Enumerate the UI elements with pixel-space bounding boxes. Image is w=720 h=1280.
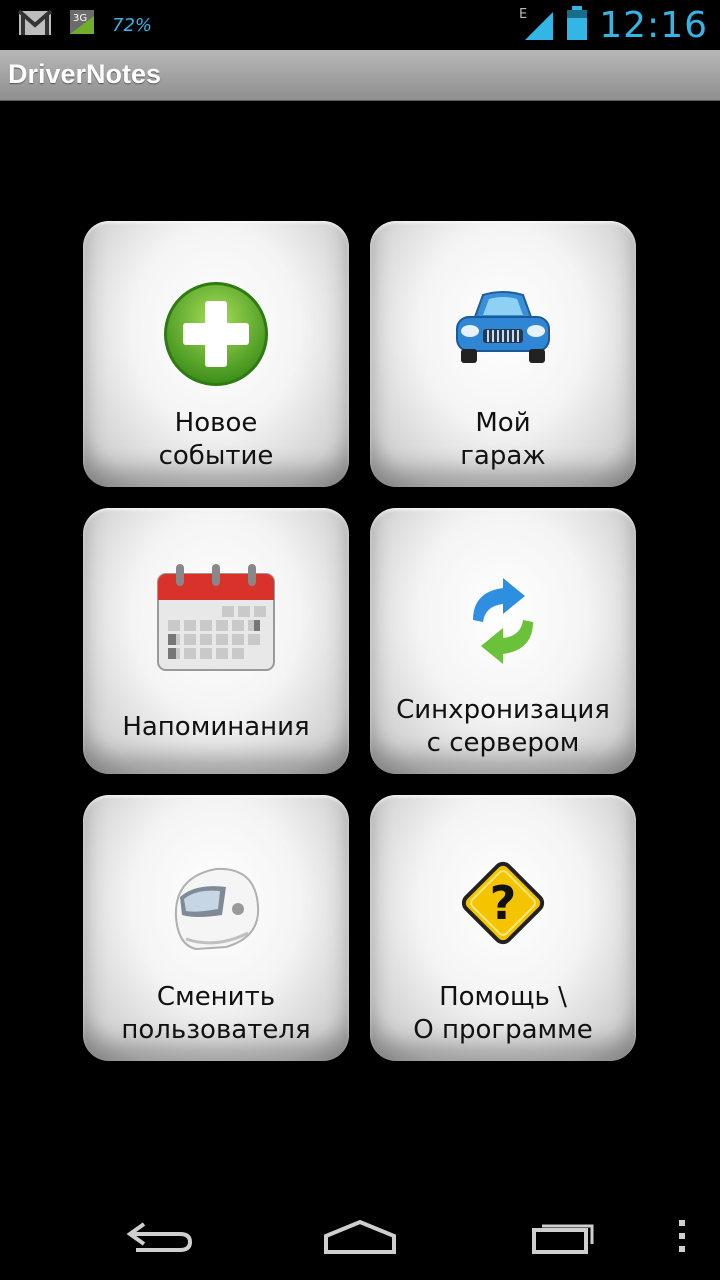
help-about-button[interactable]: ? Помощь \ О программе [370,795,636,1061]
home-icon[interactable] [320,1212,400,1260]
helmet-icon [83,857,349,957]
back-icon[interactable] [118,1212,198,1260]
help-icon: ? [370,851,636,955]
sync-button[interactable]: Синхронизация с сервером [370,508,636,774]
calendar-icon [83,564,349,674]
overflow-menu-icon[interactable] [664,1212,700,1260]
switch-user-button[interactable]: Сменить пользователя [83,795,349,1061]
action-bar: DriverNotes [0,50,720,101]
3g-icon: 3G [70,10,94,41]
tile-label: Напоминания [122,712,310,742]
sync-icon [370,576,636,666]
gmail-icon [17,9,53,41]
new-event-button[interactable]: Новое событие [83,221,349,487]
signal-icon: E [519,6,555,45]
tile-label: Новое событие [158,408,274,471]
add-icon [83,279,349,389]
car-icon [370,287,636,371]
tile-label: Мой гараж [460,408,546,471]
battery-percent: 72% [112,15,153,36]
svg-text:E: E [519,7,527,22]
navigation-bar [0,1190,720,1280]
tile-label: Сменить пользователя [121,982,311,1045]
battery-icon [565,5,589,45]
clock: 12:16 [599,4,708,46]
reminders-button[interactable]: Напоминания [83,508,349,774]
tile-label: Помощь \ О программе [413,982,593,1045]
tile-label: Синхронизация с сервером [396,695,610,758]
svg-text:?: ? [490,876,517,930]
app-title: DriverNotes [8,59,162,89]
my-garage-button[interactable]: Мой гараж [370,221,636,487]
svg-text:3G: 3G [73,13,87,24]
recent-apps-icon[interactable] [522,1212,602,1260]
status-bar: 3G 72% E 12:16 [0,0,720,50]
